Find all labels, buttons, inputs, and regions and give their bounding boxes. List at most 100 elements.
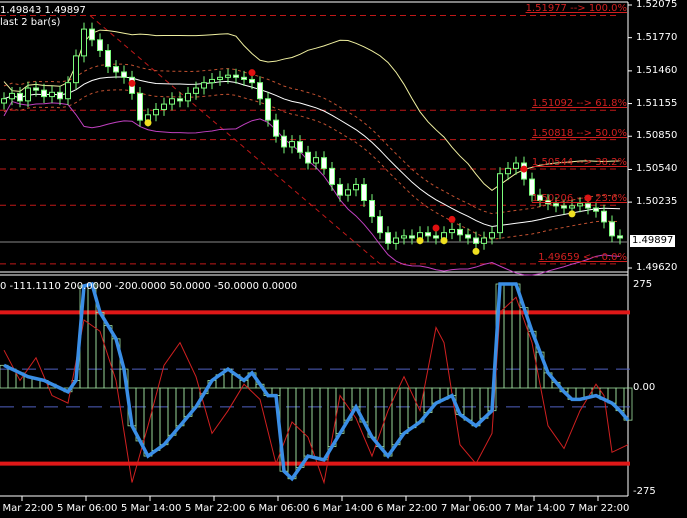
histogram-bar	[311, 387, 321, 459]
oscillator-line	[3, 296, 629, 485]
candle-body	[57, 91, 63, 100]
time-tick: 7 Mar 06:00	[441, 503, 502, 514]
candle-body	[601, 210, 607, 223]
fib-label: 1.50818 --> 50.0%	[531, 127, 627, 139]
price-header: 1.49843 1.49897	[0, 5, 86, 16]
price-tick: 1.51460	[636, 64, 678, 76]
time-tick: 6 Mar 06:00	[249, 503, 310, 514]
candle-body	[393, 237, 399, 244]
candle-body	[369, 200, 375, 218]
yellow-signal-dot	[568, 210, 576, 218]
candle-body	[41, 89, 47, 98]
fib-label: 1.50544 --> 38.2%	[531, 157, 627, 168]
histogram-bar	[375, 387, 385, 448]
candle-body	[473, 237, 479, 244]
bollinger-bands	[3, 29, 621, 276]
fibonacci-levels	[0, 14, 620, 265]
candle-body	[617, 235, 623, 239]
candle-body	[361, 183, 367, 202]
yellow-signal-dot	[144, 119, 152, 127]
candle-body	[305, 151, 311, 164]
candle-body	[513, 162, 519, 169]
candlesticks	[1, 22, 623, 250]
candle-body	[593, 207, 599, 212]
candle-body	[225, 74, 231, 78]
price-tick: 1.50235	[636, 196, 678, 208]
candle-body	[505, 167, 511, 175]
candle-body	[385, 232, 391, 244]
candle-body	[17, 92, 23, 102]
candle-body	[161, 103, 167, 110]
candle-body	[425, 232, 431, 237]
histogram-bar	[143, 387, 153, 457]
candle-body	[489, 232, 495, 239]
time-tick: 6 Mar 22:00	[377, 503, 438, 514]
candle-body	[401, 235, 407, 239]
time-tick: 4 Mar 22:00	[0, 503, 54, 514]
candle-body	[153, 108, 159, 116]
histogram-bar	[503, 283, 513, 389]
candle-body	[433, 235, 439, 239]
candle-body	[345, 189, 351, 196]
fib-label: 1.51977 --> 100.0%	[525, 3, 627, 15]
candle-body	[241, 76, 247, 80]
candle-body	[9, 92, 15, 100]
yellow-signal-dot	[472, 247, 480, 255]
candle-body	[121, 71, 127, 78]
price-tick: 1.51155	[636, 97, 678, 109]
candle-body	[73, 55, 79, 84]
candle-body	[457, 228, 463, 236]
candle-body	[449, 228, 455, 234]
price-tick: 1.49620	[636, 262, 678, 273]
time-tick: 7 Mar 22:00	[569, 503, 630, 514]
candle-body	[297, 141, 303, 153]
red-signal-dot	[248, 69, 256, 77]
red-signal-dot	[128, 79, 136, 87]
candle-body	[105, 50, 111, 68]
candle-body	[137, 92, 143, 121]
band-lower	[3, 100, 621, 276]
candle-body	[49, 91, 55, 98]
candle-body	[273, 119, 279, 137]
time-tick: 5 Mar 06:00	[57, 503, 118, 514]
yellow-signal-dot	[440, 237, 448, 245]
candle-body	[65, 82, 71, 100]
time-tick: 5 Mar 22:00	[185, 503, 246, 514]
price-tick: 1.52075	[636, 0, 678, 10]
candle-body	[33, 87, 39, 91]
candle-body	[217, 76, 223, 80]
candle-body	[497, 173, 503, 234]
red-signal-dot	[448, 215, 456, 223]
price-tick: 1.51770	[636, 31, 678, 43]
red-signal-dot	[432, 224, 440, 232]
candle-body	[465, 234, 471, 239]
bars-note: last 2 bar(s)	[0, 17, 61, 28]
candle-body	[97, 39, 103, 52]
candle-body	[481, 237, 487, 244]
time-tick: 6 Mar 14:00	[313, 503, 374, 514]
histogram-bar	[463, 387, 473, 421]
envelope-upper	[3, 63, 621, 215]
histogram-bar	[295, 387, 305, 468]
candle-body	[257, 82, 263, 100]
time-tick: 7 Mar 14:00	[505, 503, 566, 514]
histogram-bar	[159, 387, 169, 446]
candle-body	[561, 205, 567, 209]
fib-label: 1.51092 --> 61.8%	[531, 98, 627, 110]
candle-body	[609, 221, 615, 237]
candle-body	[177, 98, 183, 102]
candle-body	[193, 87, 199, 94]
envelope-lower	[3, 89, 621, 240]
fib-label: 1.49659 <-- 0.0%	[538, 251, 627, 263]
price-tick: 1.50540	[636, 163, 678, 175]
osc-axis-zero: 0.00	[633, 382, 656, 393]
candle-body	[25, 87, 31, 102]
time-tick: 5 Mar 14:00	[121, 503, 182, 514]
candle-body	[377, 216, 383, 234]
candle-body	[233, 74, 239, 78]
candle-body	[409, 235, 415, 239]
candle-body	[265, 98, 271, 121]
fib-label: 1.50206 --> 23.6%	[531, 193, 627, 205]
candle-body	[353, 183, 359, 191]
candle-body	[169, 98, 175, 105]
